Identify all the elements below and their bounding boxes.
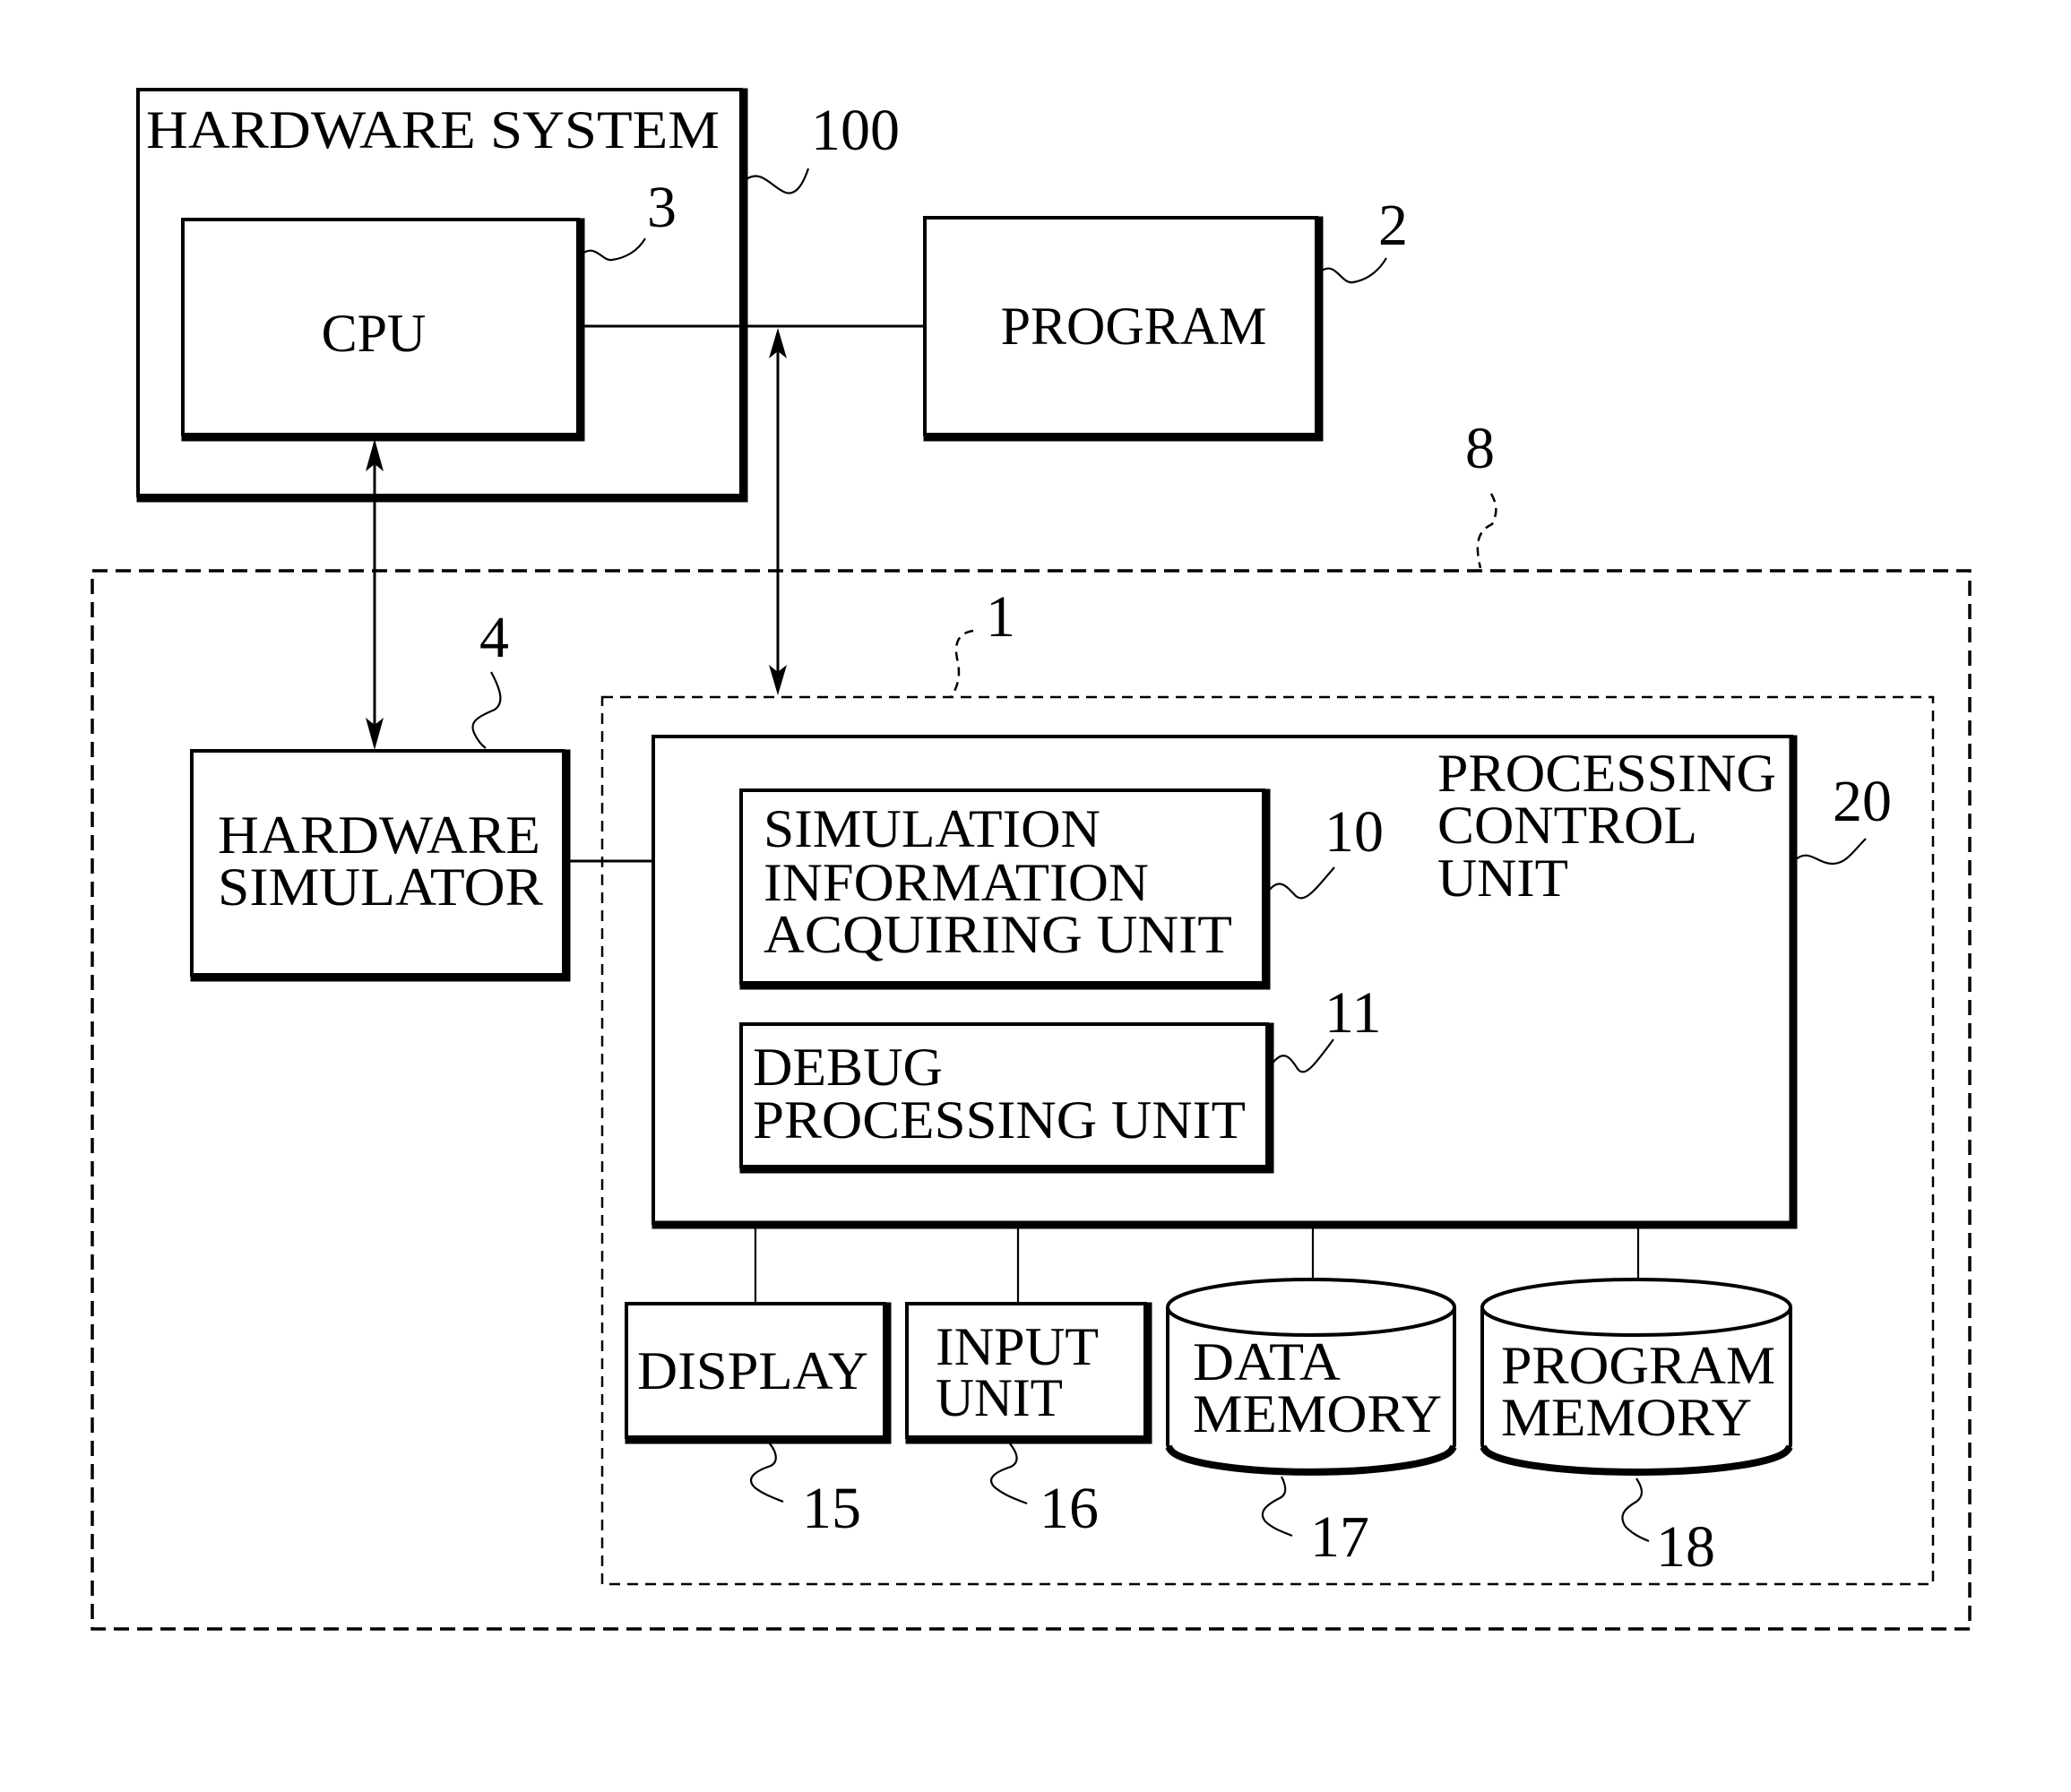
cpu-label: CPU <box>322 304 427 363</box>
outer-system-ref-leader <box>1476 493 1497 569</box>
data-memory-ref: 17 <box>1310 1504 1369 1570</box>
simulation-info-label-line2: INFORMATION <box>764 853 1149 912</box>
program-ref-leader <box>1320 257 1387 284</box>
simulation-info-label-line1: SIMULATION <box>764 799 1100 858</box>
program-label: PROGRAM <box>1001 297 1267 356</box>
debug-device-ref-leader <box>949 629 974 698</box>
data-memory-block[interactable]: DATA MEMORY <box>1165 1278 1457 1476</box>
display-ref: 15 <box>802 1476 861 1541</box>
outer-system-ref: 8 <box>1465 416 1495 481</box>
data-memory-label-line2: MEMORY <box>1193 1384 1442 1443</box>
input-unit-block[interactable]: INPUT UNIT <box>905 1302 1152 1444</box>
hardware-simulator-label-line1: HARDWARE <box>218 806 540 865</box>
debug-processing-ref: 11 <box>1325 980 1382 1046</box>
simulation-info-ref: 10 <box>1325 799 1384 865</box>
debug-processing-unit-block[interactable]: DEBUG PROCESSING UNIT <box>739 1022 1274 1174</box>
cpu-ref: 3 <box>647 175 677 240</box>
processing-control-label-line3: UNIT <box>1437 849 1568 908</box>
display-label: DISPLAY <box>637 1341 868 1400</box>
debug-processing-label-line2: PROCESSING UNIT <box>753 1090 1246 1150</box>
hardware-system-title: HARDWARE SYSTEM <box>146 100 720 159</box>
program-memory-ref-leader <box>1621 1478 1650 1543</box>
processing-control-ref-leader <box>1794 838 1867 866</box>
display-ref-leader <box>749 1442 784 1503</box>
program-memory-block[interactable]: PROGRAM MEMORY <box>1480 1278 1793 1476</box>
program-memory-label-line2: MEMORY <box>1501 1388 1752 1447</box>
hardware-simulator-ref: 4 <box>479 605 509 670</box>
simulation-info-unit-block[interactable]: SIMULATION INFORMATION ACQUIRING UNIT <box>739 788 1271 990</box>
input-unit-ref: 16 <box>1040 1476 1099 1541</box>
input-unit-label-line2: UNIT <box>936 1368 1063 1427</box>
processing-control-label-line1: PROCESSING <box>1437 744 1776 803</box>
hardware-system-ref: 100 <box>811 98 900 163</box>
hardware-simulator-block[interactable]: HARDWARE SIMULATOR <box>190 749 571 982</box>
program-memory-ref: 18 <box>1656 1514 1715 1580</box>
program-block[interactable]: PROGRAM <box>923 216 1324 442</box>
data-memory-ref-leader <box>1261 1476 1293 1538</box>
cpu-block[interactable]: CPU <box>181 218 585 442</box>
debug-processing-label-line1: DEBUG <box>753 1038 943 1097</box>
processing-control-label-line2: CONTROL <box>1437 796 1697 855</box>
input-unit-ref-leader <box>989 1442 1028 1505</box>
program-memory-label-line1: PROGRAM <box>1501 1336 1775 1395</box>
simulation-info-label-line3: ACQUIRING UNIT <box>764 905 1232 964</box>
processing-control-ref: 20 <box>1833 769 1892 834</box>
hardware-system-ref-leader <box>746 168 810 194</box>
block-diagram: HARDWARE SYSTEM 100 CPU 3 PROGRAM 2 8 1 … <box>91 88 1972 1631</box>
display-block[interactable]: DISPLAY <box>625 1302 892 1444</box>
hardware-simulator-label-line2: SIMULATOR <box>218 857 543 917</box>
program-ref: 2 <box>1378 193 1408 258</box>
debug-device-ref: 1 <box>986 584 1015 650</box>
data-memory-label-line1: DATA <box>1193 1332 1341 1391</box>
hardware-simulator-ref-leader <box>471 671 502 749</box>
